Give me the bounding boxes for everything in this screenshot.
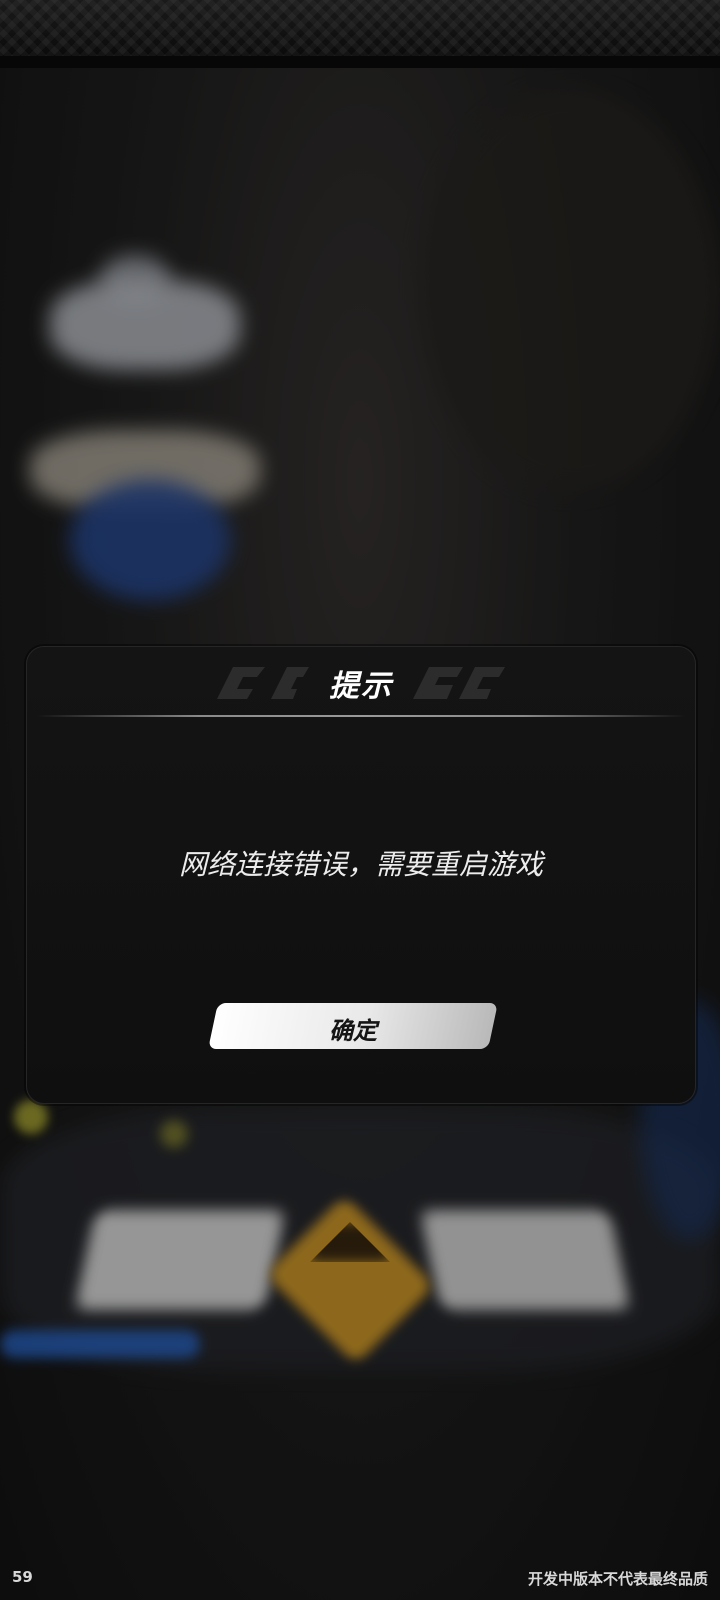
confirm-button-label: 确定 [329,1017,377,1045]
dialog-title: 提示 [329,669,393,704]
dialog-header: 提示 [27,647,695,717]
fps-counter: 59 [12,1568,33,1586]
game-screen: 提示 网络连接错误，需要重启游戏 确定 59 开发中版本不代表最终品质 [0,0,720,1600]
dialog-message: 网络连接错误，需要重启游戏 [178,848,543,881]
alert-dialog: 提示 网络连接错误，需要重启游戏 确定 [26,646,696,1104]
build-disclaimer: 开发中版本不代表最终品质 [527,1570,708,1588]
header-divider [37,715,685,717]
confirm-button[interactable]: 确定 [208,1003,498,1049]
